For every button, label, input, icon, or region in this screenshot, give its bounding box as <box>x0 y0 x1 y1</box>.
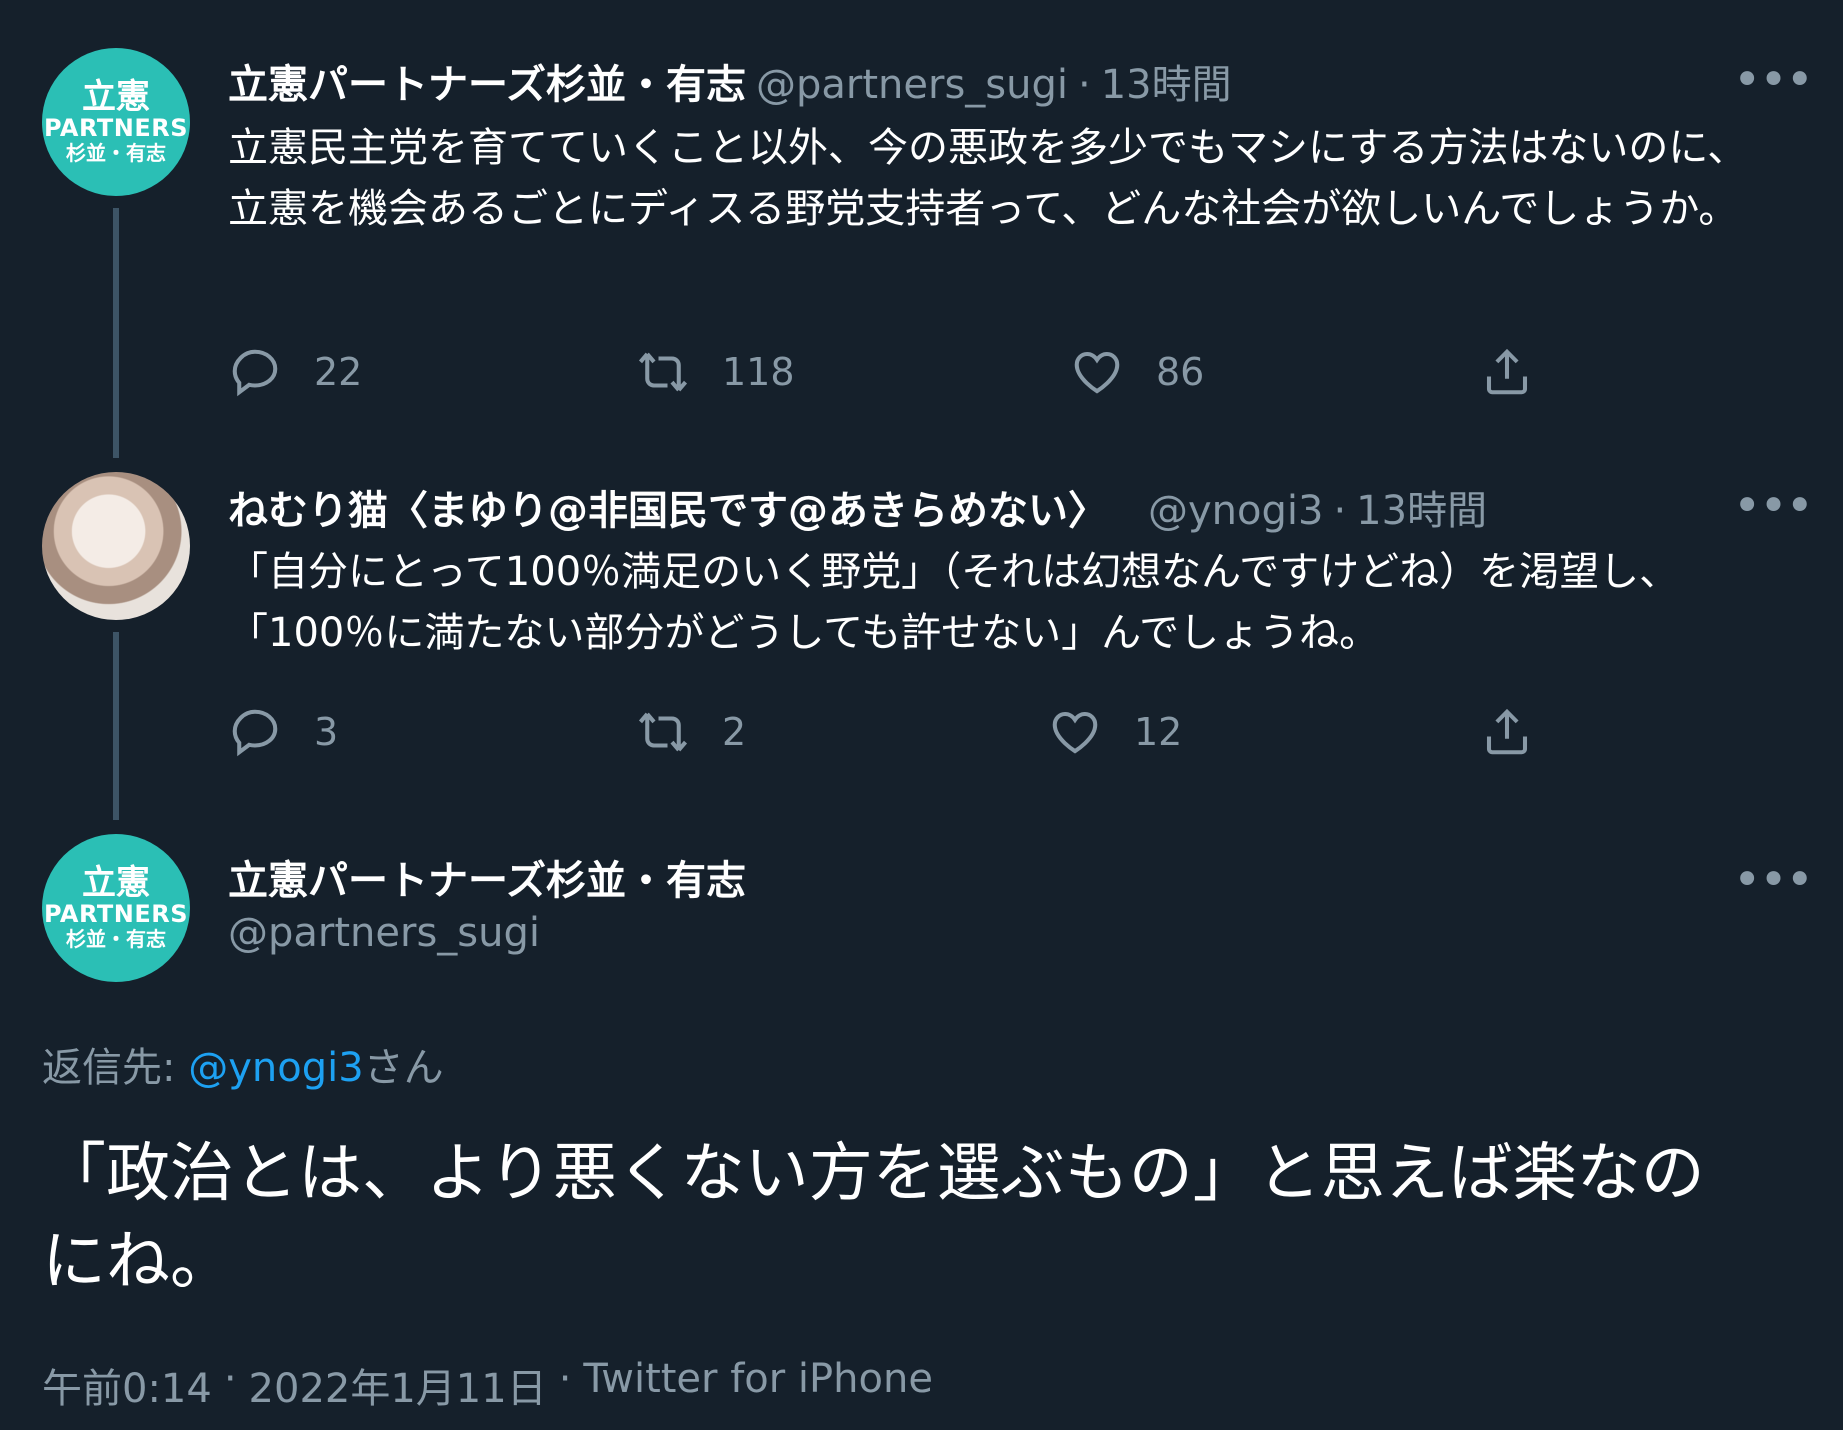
footer-date[interactable]: 2022年1月11日 <box>249 1356 547 1414</box>
like-button[interactable]: 86 <box>1070 345 1204 399</box>
reply-count: 3 <box>314 710 339 754</box>
like-count: 12 <box>1134 710 1183 754</box>
more-icon[interactable]: ••• <box>1733 56 1814 104</box>
retweet-button[interactable]: 2 <box>636 705 746 759</box>
thread-line <box>113 632 119 820</box>
timestamp[interactable]: 13時間 <box>1356 478 1487 536</box>
separator-dot: · <box>558 1356 572 1402</box>
reply-button[interactable]: 3 <box>228 705 338 759</box>
handle[interactable]: @partners_sugi <box>756 62 1068 108</box>
reply-to-prefix: 返信先: <box>42 1045 189 1091</box>
like-icon <box>1074 351 1120 394</box>
avatar-text-sub: 杉並・有志 <box>66 141 166 165</box>
retweet-icon <box>638 352 688 392</box>
reply-to-link[interactable]: @ynogi3 <box>188 1045 363 1091</box>
reply-to-suffix: さん <box>363 1045 444 1091</box>
avatar-text-sub: 杉並・有志 <box>66 927 166 951</box>
footer-source[interactable]: Twitter for iPhone <box>583 1356 933 1414</box>
reply-count: 22 <box>314 350 363 394</box>
retweet-count: 2 <box>722 710 747 754</box>
tweet-header: ねむり猫〈まゆり@非国民です@あきらめない〉 @ynogi3 · 13時間 <box>228 478 1487 536</box>
display-name[interactable]: 立憲パートナーズ杉並・有志 <box>228 52 746 110</box>
display-name[interactable]: 立憲パートナーズ杉並・有志 <box>228 848 746 906</box>
share-icon <box>1486 708 1528 755</box>
like-icon <box>1052 711 1098 754</box>
more-icon[interactable]: ••• <box>1733 482 1814 530</box>
retweet-count: 118 <box>722 350 795 394</box>
like-count: 86 <box>1156 350 1205 394</box>
tweet-text: 「自分にとって100％満足のいく野党」（それは幻想なんですけどね）を渇望し、「1… <box>228 549 1680 656</box>
separator-dot: · <box>1333 488 1347 534</box>
avatar-text-brand: PARTNERS <box>44 114 188 142</box>
more-icon[interactable]: ••• <box>1733 856 1814 904</box>
display-name[interactable]: ねむり猫〈まゆり@非国民です@あきらめない〉 <box>228 478 1108 536</box>
share-button[interactable] <box>1480 345 1566 399</box>
like-button[interactable]: 12 <box>1048 705 1182 759</box>
main-tweet: 立憲 PARTNERS 杉並・有志 立憲パートナーズ杉並・有志 @partner… <box>0 830 1843 1430</box>
reply-icon <box>232 349 278 397</box>
handle[interactable]: @ynogi3 <box>1148 488 1323 534</box>
reply-button[interactable]: 22 <box>228 345 362 399</box>
avatar-text-main: 立憲 <box>82 77 150 117</box>
separator-dot: · <box>223 1356 237 1402</box>
retweet-icon <box>638 712 688 752</box>
separator-dot: · <box>1077 62 1091 108</box>
share-icon <box>1486 348 1528 395</box>
reply-to-line: 返信先: @ynogi3さん <box>42 1035 444 1093</box>
retweet-button[interactable]: 118 <box>636 345 795 399</box>
footer-time[interactable]: 午前0:14 <box>42 1356 212 1414</box>
timestamp[interactable]: 13時間 <box>1101 52 1232 110</box>
avatar[interactable]: 立憲 PARTNERS 杉並・有志 <box>42 834 190 982</box>
reply-icon <box>232 709 278 757</box>
share-button[interactable] <box>1480 705 1566 759</box>
avatar[interactable] <box>42 472 190 620</box>
thread-line <box>113 208 119 458</box>
avatar-text-main: 立憲 <box>82 863 150 903</box>
handle[interactable]: @partners_sugi <box>228 910 540 956</box>
tweet-text: 立憲民主党を育てていくこと以外、今の悪政を多少でもマシにする方法はないのに、立憲… <box>228 125 1748 232</box>
avatar-text-brand: PARTNERS <box>44 900 188 928</box>
tweet-2[interactable]: ねむり猫〈まゆり@非国民です@あきらめない〉 @ynogi3 · 13時間 ••… <box>0 470 1843 830</box>
main-tweet-text: 「政治とは、より悪くない方を選ぶもの」と思えば楽なのにね。 <box>42 1137 1705 1299</box>
tweet-1[interactable]: 立憲 PARTNERS 杉並・有志 立憲パートナーズ杉並・有志 @partner… <box>0 0 1843 470</box>
avatar[interactable]: 立憲 PARTNERS 杉並・有志 <box>42 48 190 196</box>
tweet-footer: 午前0:14 · 2022年1月11日 · Twitter for iPhone <box>42 1356 933 1414</box>
tweet-header: 立憲パートナーズ杉並・有志 @partners_sugi · 13時間 <box>228 52 1232 110</box>
